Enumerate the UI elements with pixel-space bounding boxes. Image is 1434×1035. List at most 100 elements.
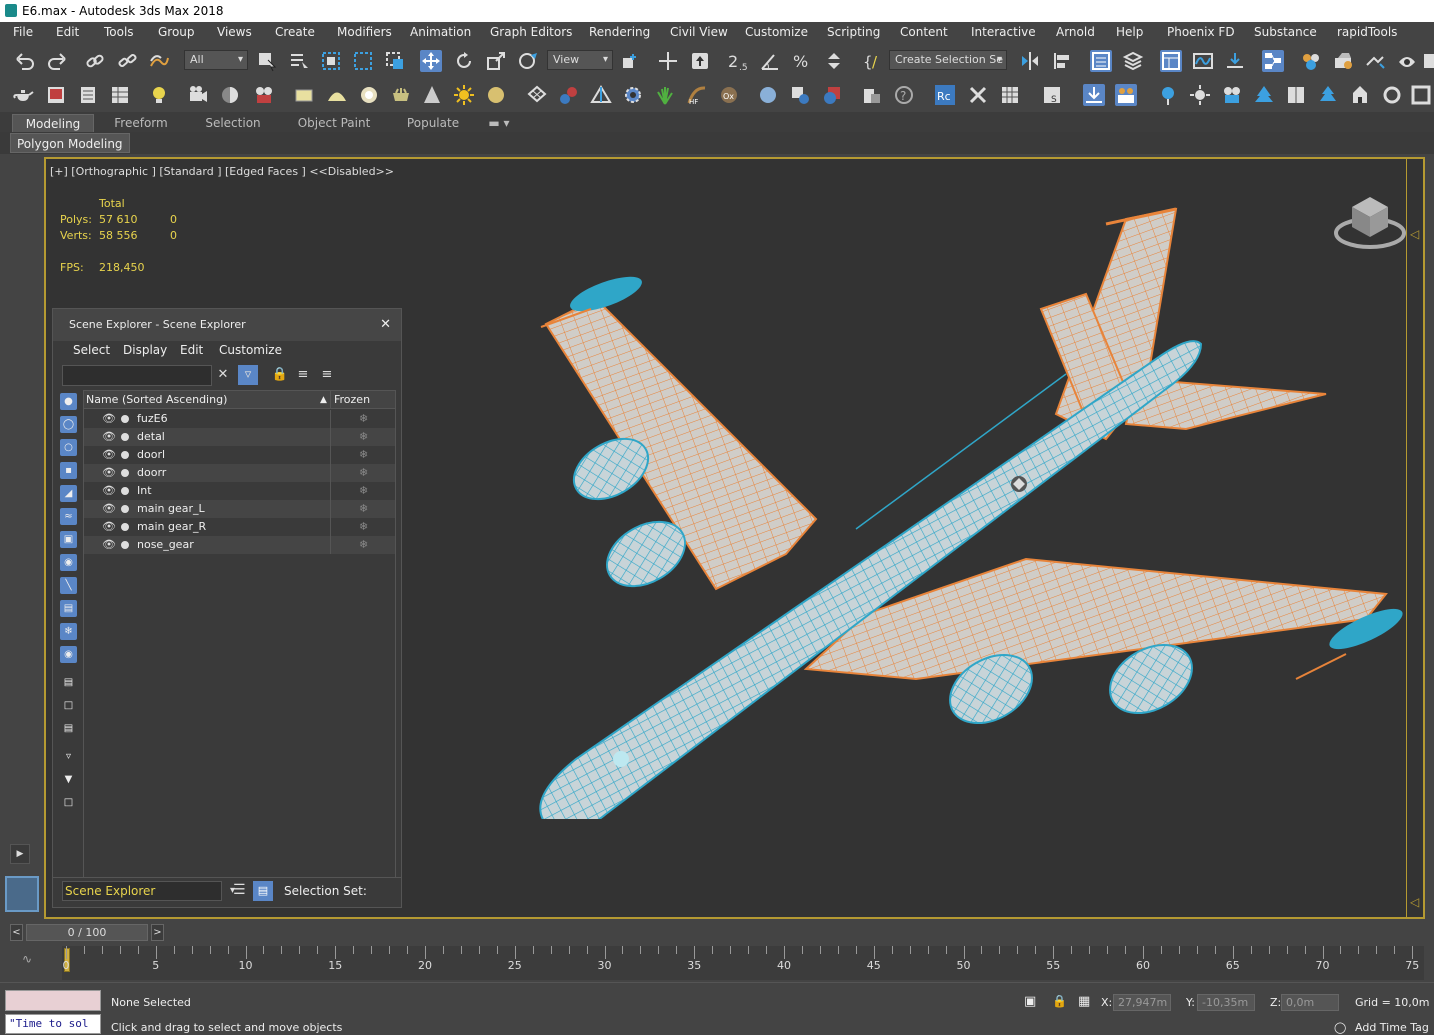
display-none-icon[interactable]: □ — [60, 697, 77, 714]
unlink-icon[interactable] — [116, 50, 138, 72]
particle-grid-icon[interactable] — [526, 84, 548, 106]
menu-content[interactable]: Content — [900, 25, 948, 39]
light-bulb-icon[interactable] — [148, 84, 170, 106]
tab-populate[interactable]: Populate — [400, 114, 466, 132]
select-and-rotate-icon[interactable] — [453, 50, 475, 72]
render-dot-icon[interactable] — [121, 415, 129, 423]
bind-space-warp-icon[interactable] — [148, 50, 170, 72]
refresh-icon[interactable] — [1381, 84, 1403, 106]
select-object-icon[interactable] — [256, 50, 278, 72]
align-icon[interactable] — [1051, 50, 1073, 72]
schematic-view-icon[interactable] — [1262, 50, 1284, 72]
render-panel-icon[interactable] — [45, 84, 67, 106]
menu-phoenix-fd[interactable]: Phoenix FD — [1167, 25, 1235, 39]
toggle-ribbon-icon[interactable] — [1160, 50, 1182, 72]
render-dot-icon[interactable] — [121, 433, 129, 441]
render-dot-icon[interactable] — [121, 505, 129, 513]
ox-icon[interactable]: Ox — [718, 84, 740, 106]
freeze-icon[interactable]: ❄ — [359, 536, 368, 554]
display-hidden-icon[interactable]: ◉ — [60, 646, 77, 663]
maxscript-output[interactable]: "Time to sol — [5, 1014, 101, 1034]
render-iterative-icon[interactable] — [1424, 50, 1434, 72]
geosphere-icon[interactable] — [390, 84, 412, 106]
expand-panel-button[interactable]: ▶ — [10, 844, 30, 864]
se-menu-select[interactable]: Select — [73, 341, 110, 359]
tab-object-paint[interactable]: Object Paint — [290, 114, 378, 132]
menu-create[interactable]: Create — [275, 25, 315, 39]
freeze-icon[interactable]: ❄ — [359, 500, 368, 518]
viewport-layout-button[interactable] — [5, 876, 39, 912]
visibility-eye-icon[interactable]: 👁 — [102, 464, 116, 482]
absolute-mode-icon[interactable]: ▦ — [1078, 994, 1090, 1009]
sphere-icon[interactable] — [358, 84, 380, 106]
freeze-icon[interactable]: ❄ — [359, 446, 368, 464]
render-to-texture-icon[interactable] — [789, 84, 811, 106]
spotlight-icon[interactable] — [1157, 84, 1179, 106]
ribbon-options-button[interactable]: ▬ ▾ — [484, 114, 514, 132]
dope-sheet-icon[interactable] — [1224, 50, 1246, 72]
list-item[interactable]: 👁 detal ❄ — [84, 428, 395, 446]
tools-icon[interactable] — [967, 84, 989, 106]
layers-icon[interactable]: ☰ — [233, 882, 246, 898]
x-coordinate-field[interactable]: 27,947m — [1113, 994, 1171, 1011]
render-dot-icon[interactable] — [121, 541, 129, 549]
menu-views[interactable]: Views — [217, 25, 252, 39]
se-menu-edit[interactable]: Edit — [180, 341, 203, 359]
tree-icon[interactable] — [1253, 84, 1275, 106]
visibility-eye-icon[interactable]: 👁 — [102, 536, 116, 554]
render-frame-window-icon[interactable] — [1364, 50, 1386, 72]
display-xrefs-icon[interactable]: ◉ — [60, 554, 77, 571]
visibility-eye-icon[interactable]: 👁 — [102, 428, 116, 446]
list-item[interactable]: 👁 main gear_L ❄ — [84, 500, 395, 518]
reference-coordinate-dropdown[interactable]: View — [547, 50, 613, 70]
script-editor-icon[interactable]: S — [1041, 84, 1063, 106]
render-dot-icon[interactable] — [121, 487, 129, 495]
render-setup-icon[interactable] — [1332, 50, 1354, 72]
airplane-model[interactable] — [486, 199, 1416, 819]
grass-icon[interactable] — [654, 84, 676, 106]
layer-explorer-icon[interactable] — [1122, 50, 1144, 72]
render-production-icon[interactable] — [1396, 50, 1418, 72]
curve-editor-icon[interactable] — [1192, 50, 1214, 72]
list-item[interactable]: 👁 doorr ❄ — [84, 464, 395, 482]
plane-icon[interactable] — [293, 84, 315, 106]
list-item[interactable]: 👁 doorl ❄ — [84, 446, 395, 464]
previous-frame-button[interactable]: < — [10, 924, 23, 941]
dimension-icon[interactable] — [861, 84, 883, 106]
menu-scripting[interactable]: Scripting — [827, 25, 880, 39]
timeline-ruler[interactable]: 0 5 10 15 20 25 30 35 40 45 50 55 60 65 70 75 — [62, 946, 1424, 980]
filter-toggle-icon[interactable]: ▿ — [60, 748, 77, 765]
maxscript-listener-input[interactable] — [5, 990, 101, 1011]
display-geometry-icon[interactable]: ● — [60, 393, 77, 410]
display-lights-icon[interactable]: ○ — [60, 439, 77, 456]
list-item[interactable]: 👁 nose_gear ❄ — [84, 536, 395, 554]
help-icon[interactable]: ? — [893, 84, 915, 106]
menu-substance[interactable]: Substance — [1254, 25, 1317, 39]
track-bar[interactable]: ∿ 0 5 10 15 20 25 30 35 40 45 50 55 60 65 70 75 — [0, 946, 1434, 982]
house-icon[interactable] — [1349, 84, 1371, 106]
select-and-move-icon[interactable] — [420, 50, 442, 72]
list-item[interactable]: 👁 Int ❄ — [84, 482, 395, 500]
render-dot-icon[interactable] — [121, 523, 129, 531]
sphere-half-icon[interactable] — [219, 84, 241, 106]
skylight-icon[interactable] — [485, 84, 507, 106]
molecule-icon[interactable] — [558, 84, 580, 106]
se-menu-customize[interactable]: Customize — [219, 341, 282, 359]
se-menu-display[interactable]: Display — [123, 341, 167, 359]
film-camera-icon[interactable] — [253, 84, 275, 106]
link-icon[interactable] — [84, 50, 106, 72]
table-view-icon[interactable] — [109, 84, 131, 106]
display-invert-icon[interactable]: ▤ — [60, 720, 77, 737]
display-spacewarps-icon[interactable]: ≈ — [60, 508, 77, 525]
hierarchy-icon[interactable]: ≡ — [293, 365, 313, 385]
pivot-center-icon[interactable] — [619, 50, 641, 72]
cone-icon[interactable] — [421, 84, 443, 106]
edit-named-selection-icon[interactable]: {/ — [861, 50, 883, 72]
clear-search-icon[interactable]: ✕ — [213, 365, 233, 385]
viewport-label[interactable]: [+] [Orthographic ] [Standard ] [Edged F… — [50, 165, 394, 178]
render-sphere-icon[interactable] — [821, 84, 843, 106]
pine-tree-icon[interactable] — [1317, 84, 1339, 106]
sphere-blue-icon[interactable] — [757, 84, 779, 106]
selection-filter-dropdown[interactable]: All — [184, 50, 248, 70]
spreadsheet-icon[interactable] — [999, 84, 1021, 106]
